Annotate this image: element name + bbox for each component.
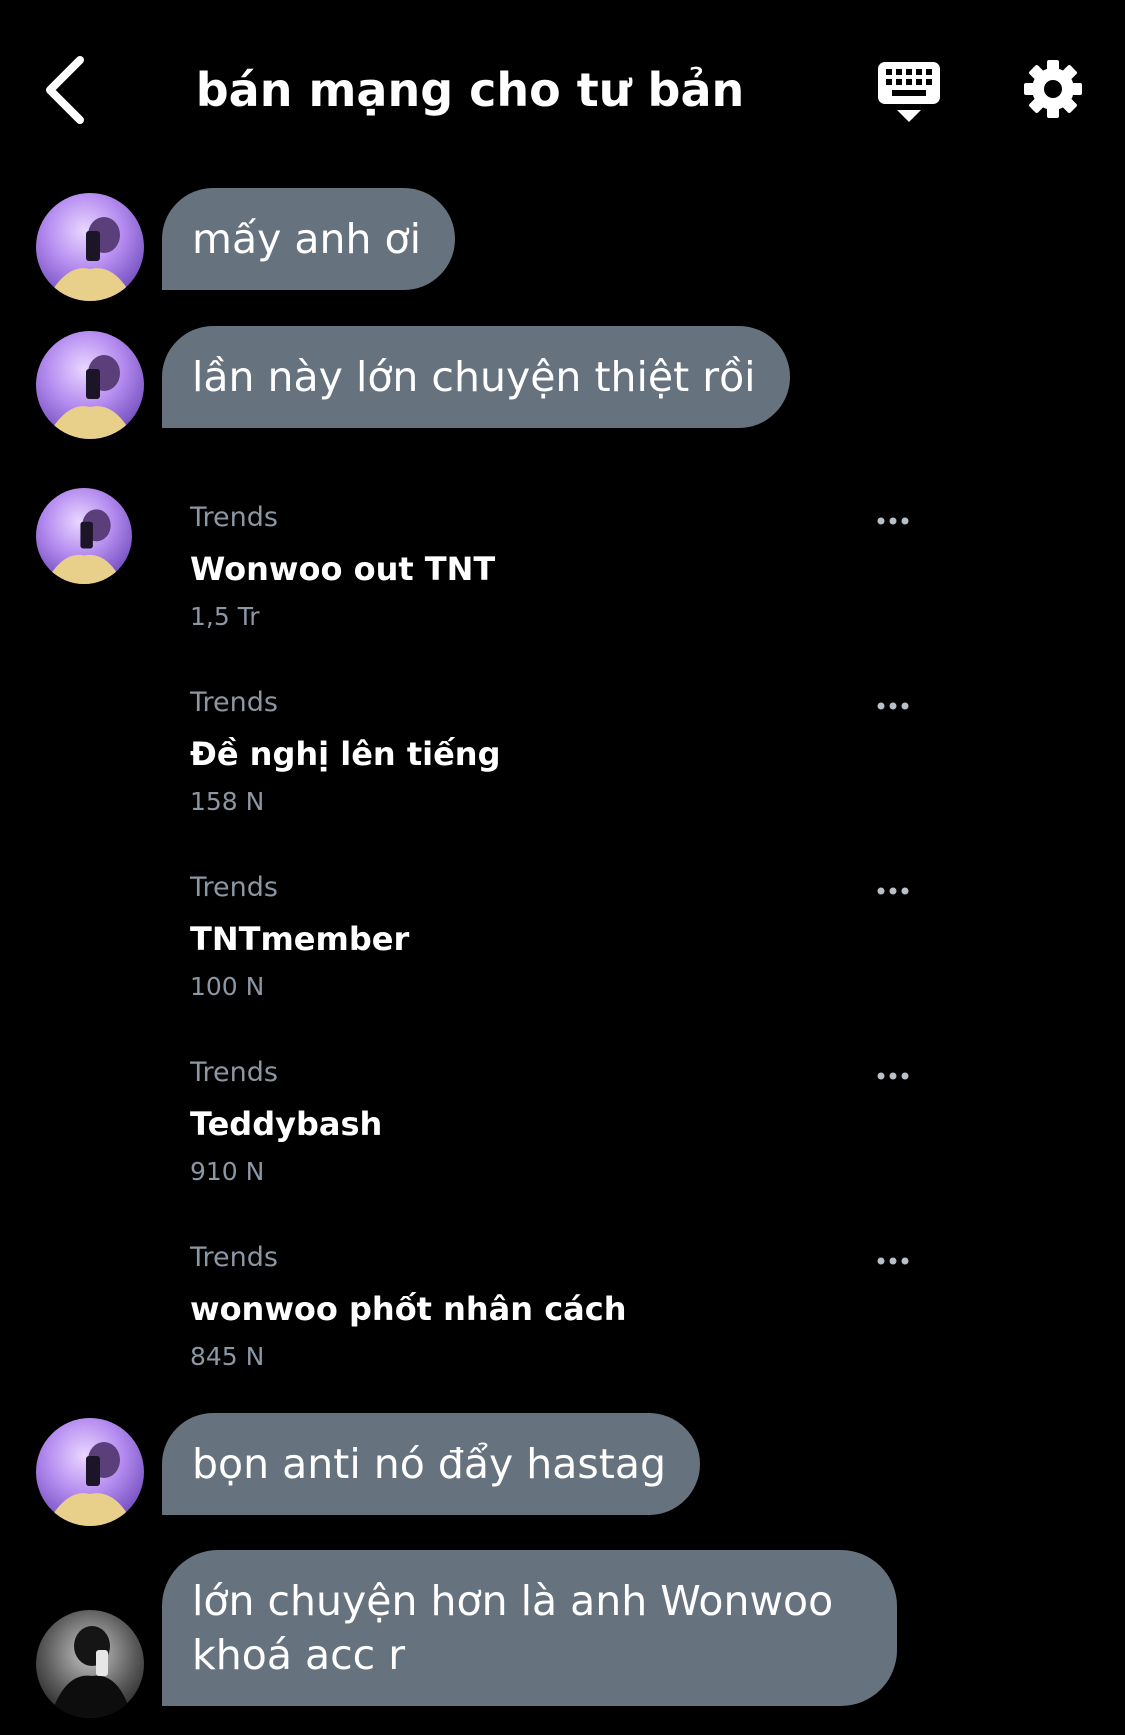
more-horizontal-icon [877, 1257, 909, 1265]
avatar[interactable] [36, 193, 144, 301]
keyboard-icon [878, 62, 940, 122]
message-text: mấy anh ơi [192, 215, 421, 263]
trend-item[interactable]: Trends Teddybash 910 N [190, 1055, 920, 1225]
more-horizontal-icon [877, 887, 909, 895]
message-bubble[interactable]: bọn anti nó đẩy hastag [162, 1413, 700, 1515]
trend-name: Teddybash [190, 1105, 383, 1143]
more-options-button[interactable] [876, 1252, 910, 1265]
more-options-button[interactable] [876, 882, 910, 895]
avatar[interactable] [36, 331, 144, 439]
more-horizontal-icon [877, 1072, 909, 1080]
message-bubble[interactable]: lớn chuyện hơn là anh Wonwoo khoá acc r [162, 1550, 897, 1706]
trend-item[interactable]: Trends TNTmember 100 N [190, 870, 920, 1040]
back-button[interactable] [36, 52, 100, 128]
more-horizontal-icon [877, 517, 909, 525]
chevron-left-icon [46, 56, 84, 124]
more-options-button[interactable] [876, 512, 910, 525]
keyboard-button[interactable] [876, 58, 942, 124]
message-bubble[interactable]: mấy anh ơi [162, 188, 455, 290]
chat-header: bán mạng cho tư bản [0, 0, 1125, 180]
trend-name: Wonwoo out TNT [190, 550, 496, 588]
settings-button[interactable] [1022, 58, 1084, 120]
trend-item[interactable]: Trends Đề nghị lên tiếng 158 N [190, 685, 920, 855]
avatar-photo [36, 1418, 144, 1526]
more-options-button[interactable] [876, 697, 910, 710]
trend-name: TNTmember [190, 920, 410, 958]
more-horizontal-icon [877, 702, 909, 710]
avatar[interactable] [36, 1418, 144, 1526]
message-bubble[interactable]: lần này lớn chuyện thiệt rồi [162, 326, 790, 428]
trend-item[interactable]: Trends wonwoo phốt nhân cách 845 N [190, 1240, 920, 1410]
trend-category: Trends [190, 1242, 278, 1273]
trend-item[interactable]: Trends Wonwoo out TNT 1,5 Tr [190, 500, 920, 670]
avatar-photo [36, 331, 144, 439]
trend-category: Trends [190, 687, 278, 718]
message-text: lần này lớn chuyện thiệt rồi [192, 353, 756, 401]
avatar[interactable] [36, 1610, 144, 1718]
trend-category: Trends [190, 1057, 278, 1088]
trend-count: 158 N [190, 787, 265, 816]
trend-category: Trends [190, 502, 278, 533]
trend-count: 1,5 Tr [190, 602, 260, 631]
avatar[interactable] [36, 488, 132, 584]
avatar-photo [36, 1610, 144, 1718]
avatar-photo [36, 488, 132, 584]
more-options-button[interactable] [876, 1067, 910, 1080]
trend-count: 100 N [190, 972, 265, 1001]
message-text: bọn anti nó đẩy hastag [192, 1440, 666, 1488]
trend-name: wonwoo phốt nhân cách [190, 1290, 627, 1328]
message-text: lớn chuyện hơn là anh Wonwoo khoá acc r [192, 1577, 834, 1679]
avatar-photo [36, 193, 144, 301]
trend-count: 910 N [190, 1157, 265, 1186]
trend-name: Đề nghị lên tiếng [190, 735, 501, 773]
trend-count: 845 N [190, 1342, 265, 1371]
chat-title: bán mạng cho tư bản [195, 63, 745, 117]
gear-icon [1024, 60, 1082, 118]
trend-category: Trends [190, 872, 278, 903]
